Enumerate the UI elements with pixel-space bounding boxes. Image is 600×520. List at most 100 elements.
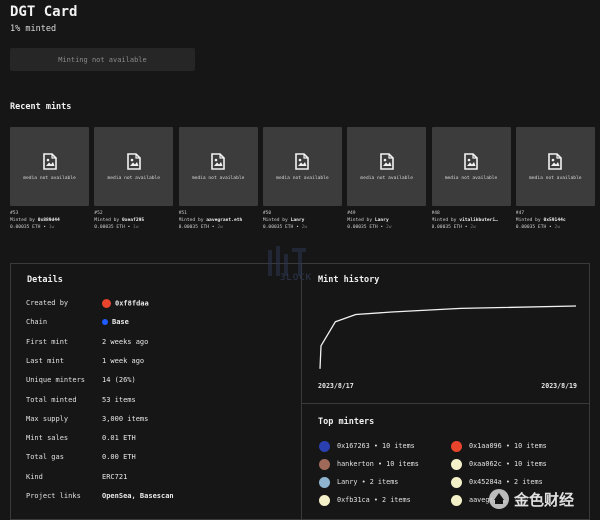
mint-card[interactable]: media not available #50 Minted by Lanry 0.0… <box>262 127 342 231</box>
color-dot-icon <box>102 319 108 326</box>
minted-by-label: Minted by <box>515 218 541 223</box>
top-minter-item[interactable]: hankerton • 10 items <box>319 458 419 470</box>
mint-time-ago: 1w <box>133 225 139 230</box>
mint-card[interactable]: media not available #48 Minted by vitalikb… <box>431 127 511 231</box>
minter-name[interactable]: hankerton <box>337 460 374 468</box>
detail-row: Chain Base <box>26 318 286 330</box>
detail-row: Total minted 53 items <box>26 396 286 408</box>
detail-key: Chain <box>26 318 48 327</box>
mint-history-line <box>319 305 577 369</box>
color-dot-icon <box>102 299 111 308</box>
minted-by-label: Minted by <box>10 218 35 223</box>
detail-row: Created by 0xf8fdaa <box>26 299 286 311</box>
image-unavailable-icon <box>548 152 563 170</box>
minter-count: • 10 items <box>505 442 547 450</box>
top-minter-item[interactable]: 0xfb31ca • 2 items <box>319 494 411 506</box>
minter-link[interactable]: 0x889d44 <box>38 218 60 223</box>
mint-token-id: #48 <box>431 211 440 216</box>
recent-mints-list: media not available #53 Minted by 0x889d44… <box>10 127 600 237</box>
minter-count: • 10 items <box>505 460 547 468</box>
image-unavailable-icon <box>126 152 141 170</box>
mint-card[interactable]: media not available #51 Minted by aavegran… <box>178 127 258 231</box>
minter-avatar <box>319 476 330 488</box>
detail-value: 0.01 ETH <box>102 434 136 443</box>
detail-value[interactable]: 0xf8fdaa <box>115 300 149 308</box>
minter-link[interactable]: aavegrant.eth <box>206 218 242 223</box>
mint-price: 0.00035 ETH • <box>94 225 131 230</box>
detail-row: Last mint 1 week ago <box>26 357 286 369</box>
detail-key: Created by <box>26 299 69 307</box>
minter-name[interactable]: aavegrat… <box>469 496 506 504</box>
minter-avatar <box>451 458 462 470</box>
detail-key: First mint <box>26 337 69 346</box>
chart-end-date: 2023/8/19 <box>541 382 577 390</box>
minter-name[interactable]: Lanry <box>337 478 357 486</box>
detail-key: Max supply <box>26 414 69 423</box>
minter-name[interactable]: 0x1aa096 <box>469 442 502 450</box>
minter-name[interactable]: 0x167263 <box>337 442 370 450</box>
mint-price: 0.00035 ETH • <box>515 225 552 230</box>
minter-link[interactable]: 0x59144c <box>543 218 565 223</box>
top-minter-item[interactable]: 0x45284a • 2 items <box>451 476 543 488</box>
minter-link[interactable]: vitalikbuteri… <box>459 218 498 223</box>
detail-row: Unique minters 14 (26%) <box>26 376 286 388</box>
minter-count: • 2 items <box>505 478 543 486</box>
detail-row: Project links OpenSea, Basescan <box>26 492 286 504</box>
mint-history-chart <box>319 305 577 369</box>
mint-card[interactable]: media not available #53 Minted by 0x889d44… <box>10 127 89 231</box>
minter-link[interactable]: Lanry <box>291 218 305 223</box>
top-minter-item[interactable]: 0xaa062c • 10 items <box>451 458 547 470</box>
image-unavailable-icon <box>379 152 394 170</box>
mint-price: 0.00035 ETH • <box>431 225 468 230</box>
minter-avatar <box>451 476 462 488</box>
detail-value[interactable]: OpenSea, Basescan <box>102 492 174 500</box>
mint-price: 0.00035 ETH • <box>10 225 46 230</box>
recent-mints-heading: Recent mints <box>10 102 72 112</box>
top-minters-heading: Top minters <box>318 417 375 427</box>
minter-count: • 2 items <box>361 478 399 486</box>
mint-token-id: #50 <box>262 211 272 216</box>
detail-value: ERC721 <box>102 472 128 481</box>
minter-link[interactable]: Lanry <box>375 218 389 223</box>
top-minter-item[interactable]: 0x1aa096 • 10 items <box>451 440 547 452</box>
media-unavailable-label: media not available <box>23 175 76 181</box>
minter-avatar <box>319 440 330 452</box>
top-minter-item[interactable]: aavegrat… <box>451 494 506 506</box>
detail-value: 14 (26%) <box>102 376 136 385</box>
mint-card[interactable]: media not available #52 Minted by 0xeaf295… <box>94 127 174 231</box>
detail-row: Kind ERC721 <box>26 473 286 485</box>
mint-thumbnail[interactable]: media not available <box>431 127 511 206</box>
top-minters-panel: Top minters 0x167263 • 10 items 0x1aa096 … <box>301 403 590 520</box>
minter-name[interactable]: 0xaa062c <box>469 460 502 468</box>
minter-name[interactable]: 0xfb31ca <box>337 496 370 504</box>
mint-time-ago: 2w <box>385 225 392 230</box>
mint-thumbnail[interactable]: media not available <box>10 127 89 206</box>
detail-value: 3,000 items <box>102 414 149 423</box>
minted-by-label: Minted by <box>94 218 120 223</box>
minter-avatar <box>319 494 330 506</box>
minter-name[interactable]: 0x45284a <box>469 478 502 486</box>
minter-count: • 10 items <box>377 460 419 468</box>
mint-thumbnail[interactable]: media not available <box>94 127 174 206</box>
mint-thumbnail[interactable]: media not available <box>178 127 258 206</box>
mint-thumbnail[interactable]: media not available <box>347 127 427 206</box>
mint-thumbnail[interactable]: media not available <box>515 127 595 206</box>
detail-key: Total gas <box>26 453 64 462</box>
mint-button[interactable]: Minting not available <box>10 48 195 71</box>
minter-link[interactable]: 0xeaf295 <box>122 218 144 223</box>
detail-row: First mint 2 weeks ago <box>26 338 286 350</box>
mint-history-heading: Mint history <box>318 275 380 285</box>
mint-time-ago: 2w <box>554 225 561 230</box>
top-minter-item[interactable]: 0x167263 • 10 items <box>319 440 415 452</box>
detail-key: Unique minters <box>26 376 86 385</box>
mint-thumbnail[interactable]: media not available <box>262 127 342 206</box>
minter-count: • 2 items <box>373 496 411 504</box>
mint-price: 0.00035 ETH • <box>178 225 215 230</box>
mint-card[interactable]: media not available #47 Minted by 0x59144c… <box>515 127 595 231</box>
mint-card[interactable]: media not available #49 Minted by Lanry 0.0… <box>347 127 427 231</box>
detail-key: Total minted <box>26 395 77 404</box>
mint-token-id: #52 <box>94 211 103 216</box>
detail-value: 1 week ago <box>102 356 145 365</box>
top-minter-item[interactable]: Lanry • 2 items <box>319 476 398 488</box>
detail-value: Base <box>112 318 129 327</box>
